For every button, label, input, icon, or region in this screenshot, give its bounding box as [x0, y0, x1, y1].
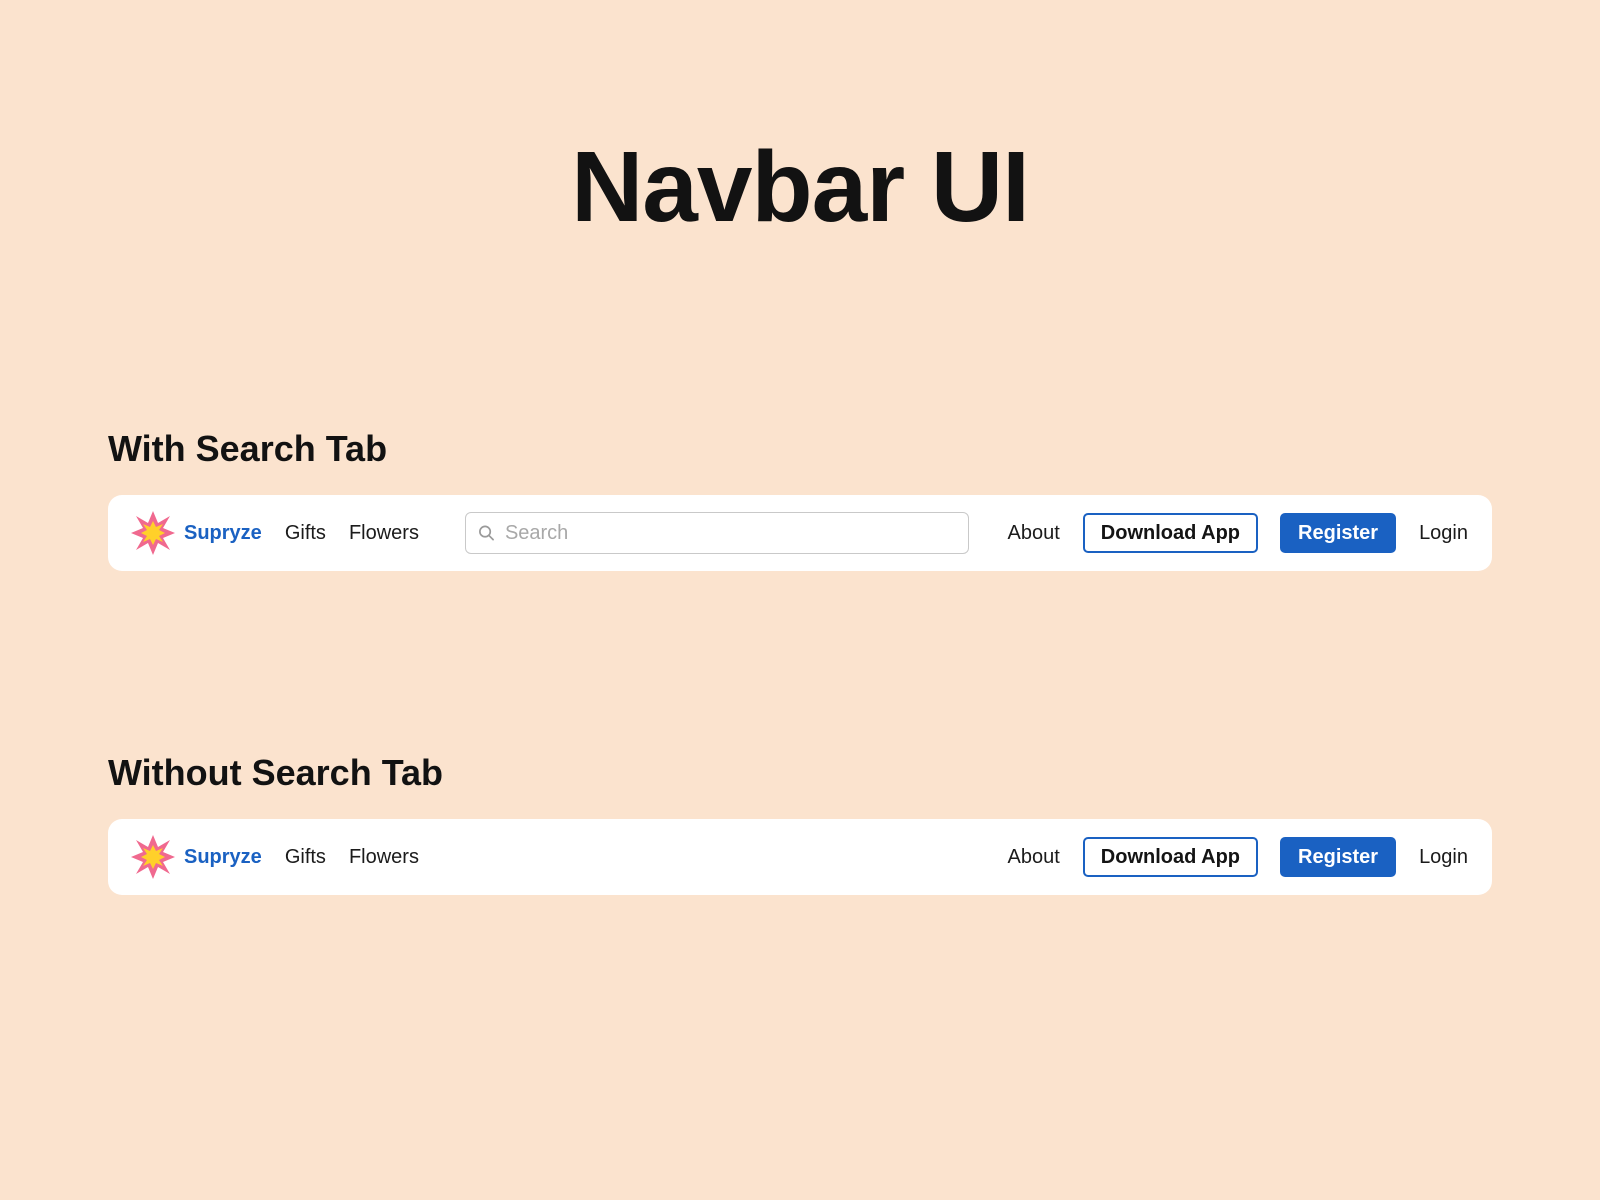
section-heading-without-search: Without Search Tab: [108, 752, 444, 793]
brand-name: Supryze: [184, 521, 262, 544]
search-icon: [478, 525, 494, 541]
page-title: Navbar UI: [571, 131, 1030, 243]
brand-link[interactable]: Supryze: [130, 834, 262, 880]
search-input[interactable]: [504, 521, 956, 545]
login-link[interactable]: Login: [1419, 522, 1468, 545]
login-link[interactable]: Login: [1419, 846, 1468, 869]
nav-link-about[interactable]: About: [1008, 522, 1060, 545]
nav-link-flowers[interactable]: Flowers: [349, 846, 419, 869]
register-button[interactable]: Register: [1280, 837, 1397, 877]
download-app-button[interactable]: Download App: [1082, 513, 1259, 553]
star-burst-logo-icon: [131, 511, 175, 555]
download-app-button[interactable]: Download App: [1082, 837, 1259, 877]
brand-link[interactable]: Supryze: [130, 510, 262, 556]
star-burst-logo-icon: [131, 835, 175, 879]
nav-link-about[interactable]: About: [1008, 846, 1060, 869]
nav-link-gifts[interactable]: Gifts: [285, 846, 326, 869]
nav-link-flowers[interactable]: Flowers: [349, 522, 419, 545]
search-box[interactable]: [464, 512, 969, 554]
section-heading-with-search: With Search Tab: [108, 428, 388, 469]
brand-name: Supryze: [184, 845, 262, 868]
register-button[interactable]: Register: [1280, 513, 1397, 553]
nav-link-gifts[interactable]: Gifts: [285, 522, 326, 545]
navbar-without-search: Supryze Gifts Flowers About Download App…: [108, 819, 1492, 895]
navbar-with-search: Supryze Gifts Flowers About Download App…: [108, 495, 1492, 571]
